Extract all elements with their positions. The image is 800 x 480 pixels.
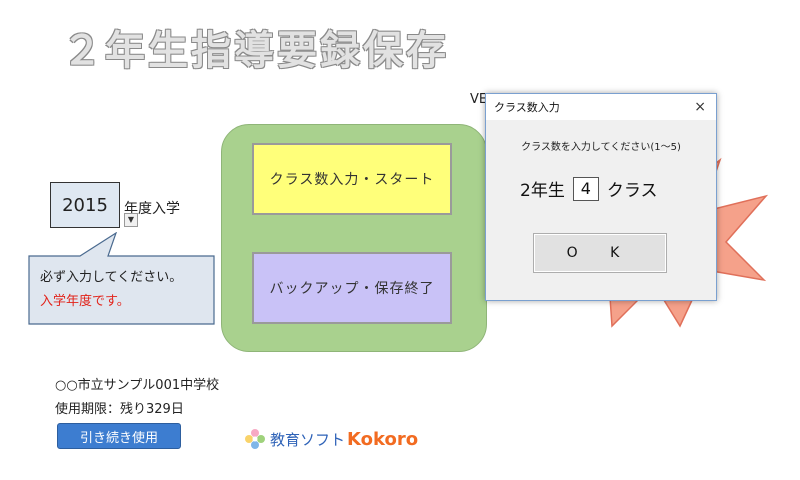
class-suffix-label: クラス [606, 181, 658, 201]
logo-brand: Kokoro [347, 428, 419, 450]
callout-text: 必ず入力してください。 入学年度です。 [40, 266, 182, 314]
entry-year-input[interactable]: 2015 [50, 182, 120, 228]
class-input-start-button[interactable]: クラス数入力・スタート [252, 143, 452, 215]
page-title: ２年生指導要録保存 [62, 28, 449, 74]
backup-save-exit-button[interactable]: バックアップ・保存終了 [252, 252, 452, 324]
school-name: ○○市立サンプル001中学校 [55, 378, 220, 393]
year-dropdown-icon[interactable]: ▼ [124, 213, 138, 227]
logo-label: 教育ソフト [270, 430, 346, 449]
dialog-title: クラス数入力 [494, 101, 560, 114]
callout-line-year: 入学年度です。 [40, 294, 130, 309]
dialog-titlebar: クラス数入力 × [486, 94, 716, 120]
class-count-row: 2年生 4 クラス [520, 176, 658, 201]
callout-line-required: 必ず入力してください。 [40, 270, 183, 285]
close-icon[interactable]: × [694, 99, 706, 115]
dialog-prompt: クラス数を入力してください(1～5) [521, 142, 681, 153]
logo: 教育ソフト Kokoro [244, 428, 418, 450]
license-remaining: 使用期限：残り329日 [55, 402, 184, 417]
flower-icon [245, 429, 265, 449]
ok-button[interactable]: O K [533, 233, 667, 273]
continue-use-button[interactable]: 引き続き使用 [57, 423, 181, 449]
class-count-dialog: クラス数入力 × クラス数を入力してください(1～5) 2年生 4 クラス O … [485, 93, 717, 301]
class-count-input[interactable]: 4 [572, 176, 599, 201]
grade-label: 2年生 [520, 181, 565, 201]
